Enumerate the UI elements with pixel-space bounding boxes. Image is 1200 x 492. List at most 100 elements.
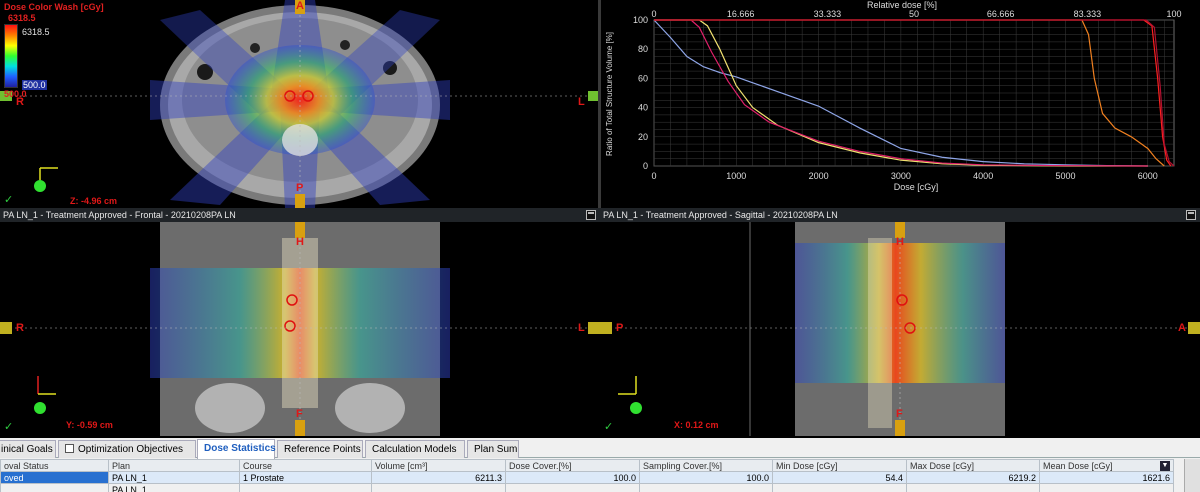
check-icon: ✓ bbox=[4, 421, 14, 433]
tab-calculation-models[interactable]: Calculation Models bbox=[365, 440, 465, 458]
cell-plan[interactable]: PA LN_1 bbox=[108, 483, 240, 492]
cell-dose-cover[interactable] bbox=[505, 483, 640, 492]
dvh-top-tick-label: 33.333 bbox=[814, 9, 842, 19]
dose-legend-title: Dose Color Wash [cGy] bbox=[4, 2, 104, 12]
frontal-maximize-button[interactable] bbox=[586, 210, 596, 220]
check-icon: ✓ bbox=[4, 194, 14, 206]
dvh-x-tick-label: 1000 bbox=[726, 171, 746, 181]
cell-mean-dose[interactable] bbox=[1039, 483, 1174, 492]
dvh-y-tick-label: 40 bbox=[638, 103, 648, 113]
cell-volume[interactable] bbox=[371, 483, 506, 492]
table-row[interactable]: PA LN_1 bbox=[0, 483, 1174, 492]
orient-anterior: A bbox=[1178, 322, 1186, 334]
dvh-y-tick-label: 20 bbox=[638, 132, 648, 142]
dvh-chart[interactable]: Relative dose [%] Dose [cGy] Ratio of To… bbox=[600, 0, 1200, 208]
orient-head: H bbox=[896, 236, 904, 248]
dvh-y-tick-label: 0 bbox=[643, 161, 648, 171]
cell-sampling-cover[interactable]: 100.0 bbox=[639, 471, 773, 484]
orient-right: R bbox=[16, 96, 24, 108]
cell-mean-dose[interactable]: 1621.6 bbox=[1039, 471, 1174, 484]
bottom-panel: inical Goals Optimization Objectives Dos… bbox=[0, 438, 1200, 492]
cell-max-dose[interactable] bbox=[906, 483, 1040, 492]
axial-coordinate: Z: -4.96 cm bbox=[70, 196, 118, 206]
checkbox-icon[interactable] bbox=[65, 444, 74, 453]
dvh-x-tick-label: 6000 bbox=[1138, 171, 1158, 181]
tab-bar: inical Goals Optimization Objectives Dos… bbox=[0, 438, 1200, 459]
tab-dose-statistics[interactable]: Dose Statistics bbox=[197, 439, 276, 459]
col-course[interactable]: Course bbox=[239, 459, 372, 472]
dvh-y-tick-label: 60 bbox=[638, 73, 648, 83]
col-sampling-cover[interactable]: Sampling Cover.[%] bbox=[639, 459, 773, 472]
dvh-top-tick-label: 66.666 bbox=[987, 9, 1015, 19]
cell-course[interactable]: 1 Prostate bbox=[239, 471, 372, 484]
table-header-row: oval Status Plan Course Volume [cm³] Dos… bbox=[0, 459, 1174, 472]
orient-left: L bbox=[578, 96, 585, 108]
dvh-x-axis-label: Dose [cGy] bbox=[894, 182, 939, 192]
col-approval-status[interactable]: oval Status bbox=[0, 459, 109, 472]
cell-status[interactable] bbox=[0, 483, 109, 492]
cell-dose-cover[interactable]: 100.0 bbox=[505, 471, 640, 484]
dvh-y-axis-label: Ratio of Total Structure Volume [%] bbox=[605, 32, 614, 156]
dvh-x-tick-label: 0 bbox=[651, 171, 656, 181]
orient-right: R bbox=[16, 322, 24, 334]
dvh-top-tick-label: 0 bbox=[651, 9, 656, 19]
cell-sampling-cover[interactable] bbox=[639, 483, 773, 492]
sagittal-maximize-button[interactable] bbox=[1186, 210, 1196, 220]
sagittal-title: PA LN_1 - Treatment Approved - Sagittal … bbox=[603, 210, 838, 220]
col-mean-dose[interactable]: Mean Dose [cGy] ▼ bbox=[1039, 459, 1174, 472]
frontal-coordinate: Y: -0.59 cm bbox=[66, 420, 113, 430]
check-icon: ✓ bbox=[604, 421, 614, 433]
orient-posterior: P bbox=[616, 322, 624, 334]
tab-reference-points[interactable]: Reference Points bbox=[277, 440, 363, 458]
dose-legend-max-marker: 6318.5 bbox=[22, 27, 50, 37]
cell-min-dose[interactable] bbox=[772, 483, 907, 492]
col-volume[interactable]: Volume [cm³] bbox=[371, 459, 506, 472]
dvh-x-tick-label: 2000 bbox=[809, 171, 829, 181]
dose-color-scale[interactable] bbox=[4, 24, 18, 88]
orient-head: H bbox=[296, 236, 304, 248]
dvh-top-tick-label: 50 bbox=[909, 9, 919, 19]
dvh-x-tick-label: 4000 bbox=[973, 171, 993, 181]
dose-statistics-table: oval Status Plan Course Volume [cm³] Dos… bbox=[0, 459, 1174, 492]
dvh-x-tick-label: 5000 bbox=[1055, 171, 1075, 181]
orient-posterior: P bbox=[296, 182, 304, 194]
tab-clinical-goals[interactable]: inical Goals bbox=[0, 440, 56, 458]
dvh-top-tick-label: 16.666 bbox=[727, 9, 755, 19]
vertical-scrollbar[interactable] bbox=[1184, 459, 1200, 492]
orient-anterior: A bbox=[296, 0, 304, 12]
cell-status[interactable]: oved bbox=[0, 471, 109, 484]
dvh-chart-svg: Relative dose [%] Dose [cGy] Ratio of To… bbox=[605, 0, 1182, 192]
axial-ct-image bbox=[0, 0, 600, 208]
dvh-top-tick-label: 100 bbox=[1166, 9, 1181, 19]
chevron-down-icon[interactable]: ▼ bbox=[1160, 460, 1170, 471]
sagittal-view[interactable]: PA LN_1 - Treatment Approved - Sagittal … bbox=[600, 208, 1200, 436]
col-max-dose[interactable]: Max Dose [cGy] bbox=[906, 459, 1040, 472]
cell-max-dose[interactable]: 6219.2 bbox=[906, 471, 1040, 484]
tab-plan-sum[interactable]: Plan Sum bbox=[467, 440, 519, 458]
dose-legend-max: 6318.5 bbox=[8, 13, 36, 23]
col-plan[interactable]: Plan bbox=[108, 459, 240, 472]
orient-feet: F bbox=[896, 408, 903, 420]
col-dose-cover[interactable]: Dose Cover.[%] bbox=[505, 459, 640, 472]
dvh-top-tick-label: 83.333 bbox=[1074, 9, 1102, 19]
table-row[interactable]: oved PA LN_1 1 Prostate 6211.3 100.0 100… bbox=[0, 471, 1174, 484]
orient-left: L bbox=[578, 322, 585, 334]
col-mean-dose-label: Mean Dose [cGy] bbox=[1043, 460, 1113, 471]
frontal-view[interactable]: PA LN_1 - Treatment Approved - Frontal -… bbox=[0, 208, 600, 436]
col-min-dose[interactable]: Min Dose [cGy] bbox=[772, 459, 907, 472]
dvh-top-axis-label: Relative dose [%] bbox=[867, 0, 937, 10]
cell-volume[interactable]: 6211.3 bbox=[371, 471, 506, 484]
frontal-title-bar: PA LN_1 - Treatment Approved - Frontal -… bbox=[0, 208, 600, 222]
tab-optimization-objectives-label: Optimization Objectives bbox=[78, 444, 184, 455]
cell-course[interactable] bbox=[239, 483, 372, 492]
cell-plan[interactable]: PA LN_1 bbox=[108, 471, 240, 484]
dvh-y-tick-label: 100 bbox=[633, 15, 648, 25]
tab-optimization-objectives[interactable]: Optimization Objectives bbox=[58, 440, 196, 458]
orient-feet: F bbox=[296, 408, 303, 420]
sagittal-title-bar: PA LN_1 - Treatment Approved - Sagittal … bbox=[600, 208, 1200, 222]
frontal-title: PA LN_1 - Treatment Approved - Frontal -… bbox=[3, 210, 236, 220]
dvh-x-tick-label: 3000 bbox=[891, 171, 911, 181]
cell-min-dose[interactable]: 54.4 bbox=[772, 471, 907, 484]
axial-view[interactable]: Dose Color Wash [cGy] 6318.5 6318.5 500.… bbox=[0, 0, 600, 208]
dvh-y-tick-label: 80 bbox=[638, 44, 648, 54]
